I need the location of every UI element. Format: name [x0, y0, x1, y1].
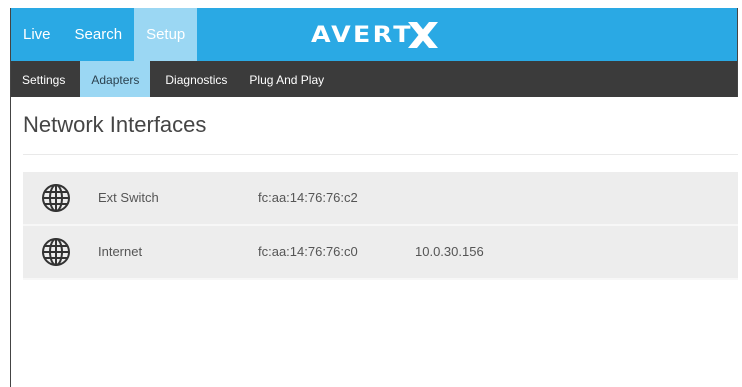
interface-mac: fc:aa:14:76:76:c2 — [258, 190, 358, 205]
nav-live[interactable]: Live — [11, 8, 63, 61]
subnav-settings[interactable]: Settings — [11, 61, 76, 97]
interface-name: Ext Switch — [98, 190, 159, 205]
top-navigation-bar: Live Search Setup AVERT — [10, 8, 738, 61]
logo-wordmark: AVERT — [311, 22, 413, 48]
nav-search[interactable]: Search — [63, 8, 135, 61]
interfaces-table: Ext Switch fc:aa:14:76:76:c2 Internet fc… — [23, 172, 738, 280]
page-title: Network Interfaces — [23, 112, 207, 137]
nav-setup[interactable]: Setup — [134, 8, 198, 61]
avertx-logo: AVERT — [311, 20, 440, 50]
subnav-plug-and-play[interactable]: Plug And Play — [238, 61, 335, 97]
setup-subnav: Settings Adapters Diagnostics Plug And P… — [10, 61, 738, 97]
interface-mac: fc:aa:14:76:76:c0 — [258, 244, 358, 259]
globe-icon — [42, 184, 70, 212]
main-nav: Live Search Setup — [11, 8, 198, 61]
content-left-border — [10, 97, 11, 387]
interface-row[interactable]: Ext Switch fc:aa:14:76:76:c2 — [23, 172, 738, 226]
interface-name: Internet — [98, 244, 143, 259]
interface-row[interactable]: Internet fc:aa:14:76:76:c0 10.0.30.156 — [23, 226, 738, 280]
globe-icon — [42, 238, 70, 266]
subnav-diagnostics[interactable]: Diagnostics — [154, 61, 238, 97]
title-divider — [23, 154, 738, 155]
interface-ip: 10.0.30.156 — [415, 244, 484, 259]
subnav-adapters[interactable]: Adapters — [80, 61, 151, 97]
